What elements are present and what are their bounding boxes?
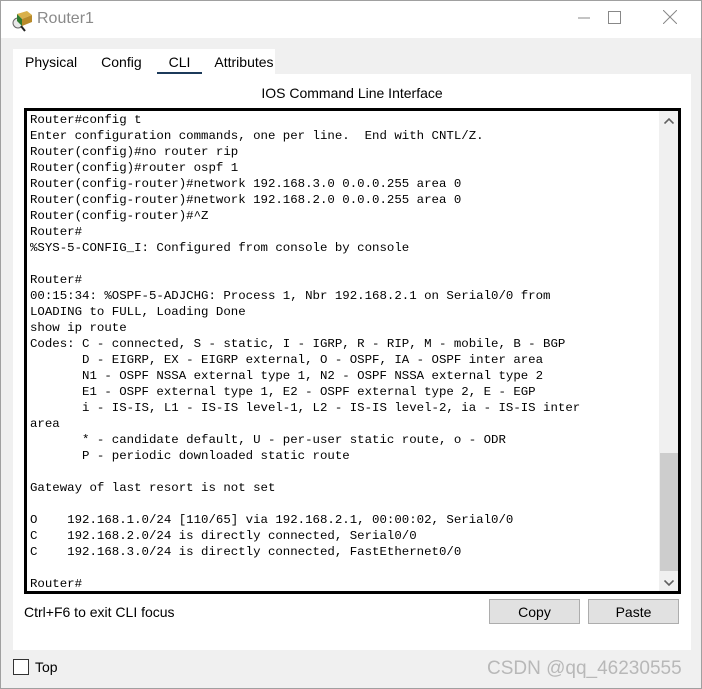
top-checkbox-label: Top [35,659,58,675]
maximize-button[interactable] [591,1,637,38]
maximize-icon [607,10,621,29]
watermark: CSDN @qq_46230555 [487,658,682,679]
close-button[interactable] [647,1,693,38]
tab-attributes[interactable]: Attributes [214,49,273,75]
tab-physical[interactable]: Physical [25,49,77,75]
title-bar[interactable]: Router1 [1,1,701,38]
chevron-down-icon [663,573,674,591]
cli-terminal[interactable]: Router#config t Enter configuration comm… [24,108,681,594]
terminal-scrollbar[interactable] [659,111,678,591]
tab-bar: Physical Config CLI Attributes [13,49,275,76]
scroll-down-button[interactable] [659,573,678,591]
chevron-up-icon [663,111,674,129]
top-checkbox[interactable] [13,659,29,675]
minimize-icon [578,11,590,29]
router-device-icon [11,10,33,32]
paste-button[interactable]: Paste [588,599,679,624]
cli-panel: IOS Command Line Interface Router#config… [13,74,691,650]
tab-config[interactable]: Config [101,49,141,75]
copy-button[interactable]: Copy [489,599,580,624]
router-window: Router1 Physical Config CLI Attributes I… [0,0,702,689]
close-icon [662,9,678,29]
scroll-up-button[interactable] [659,111,678,129]
scroll-thumb[interactable] [660,453,678,571]
panel-title: IOS Command Line Interface [261,85,443,101]
terminal-output[interactable]: Router#config t Enter configuration comm… [30,112,580,591]
tab-cli[interactable]: CLI [156,49,203,76]
window-title: Router1 [37,10,94,27]
cli-focus-hint: Ctrl+F6 to exit CLI focus [24,604,175,620]
